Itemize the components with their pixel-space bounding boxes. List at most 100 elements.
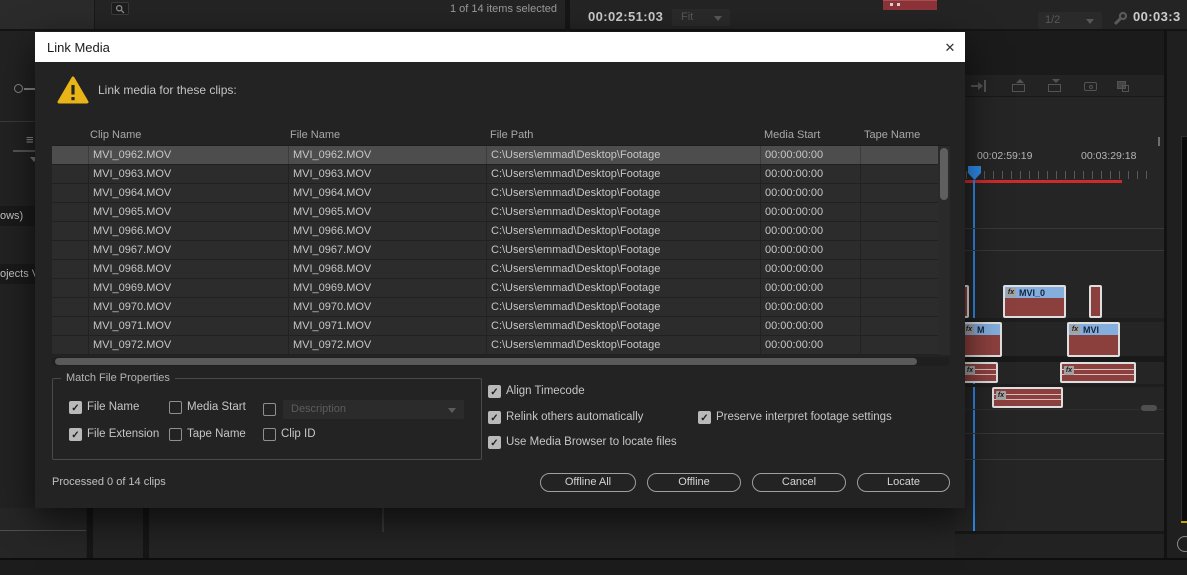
cell-clip-name: MVI_0968.MOV bbox=[88, 260, 288, 278]
bottom-bar bbox=[0, 558, 1187, 575]
scroll-indicator[interactable] bbox=[1141, 405, 1157, 411]
timeline-clip[interactable] bbox=[1089, 285, 1102, 318]
fit-dropdown[interactable]: Fit bbox=[672, 9, 730, 26]
fx-badge-icon: fx bbox=[1070, 325, 1080, 334]
checkbox-align-timecode[interactable]: ✓ bbox=[488, 385, 501, 398]
timeline-audio-clip[interactable]: fx bbox=[961, 362, 998, 383]
cell-selector bbox=[52, 165, 88, 183]
timeline-audio-clip[interactable]: fx bbox=[1060, 362, 1136, 383]
cell-tape-name bbox=[860, 203, 936, 221]
timeline-clip-mvi0[interactable]: fx MVI_0 bbox=[1003, 285, 1066, 318]
project-panel-header bbox=[0, 0, 95, 29]
cell-tape-name bbox=[860, 165, 936, 183]
offline-all-button[interactable]: Offline All bbox=[540, 473, 636, 492]
cancel-button[interactable]: Cancel bbox=[752, 473, 846, 492]
bottom-panel bbox=[93, 508, 143, 558]
cell-file-name: MVI_0970.MOV bbox=[288, 298, 486, 316]
timeline-clip-m[interactable]: fx M bbox=[961, 322, 1002, 357]
cell-file-name: MVI_0968.MOV bbox=[288, 260, 486, 278]
fx-badge-icon: fx bbox=[1006, 288, 1016, 297]
table-header: Clip Name File Name File Path Media Star… bbox=[52, 126, 950, 145]
col-header-file-name[interactable]: File Name bbox=[290, 126, 340, 145]
match-file-properties-group: Match File Properties ✓ File Name ✓ Medi… bbox=[52, 372, 482, 460]
close-icon[interactable]: ✕ bbox=[941, 39, 959, 57]
comparison-view-icon[interactable] bbox=[1117, 79, 1133, 93]
cell-media-start: 00:00:00:00 bbox=[760, 146, 860, 164]
table-row[interactable]: MVI_0967.MOV MVI_0967.MOV C:\Users\emmad… bbox=[52, 241, 950, 260]
table-row[interactable]: MVI_0969.MOV MVI_0969.MOV C:\Users\emmad… bbox=[52, 279, 950, 298]
table-row[interactable]: MVI_0971.MOV MVI_0971.MOV C:\Users\emmad… bbox=[52, 317, 950, 336]
cell-media-start: 00:00:00:00 bbox=[760, 203, 860, 221]
checkbox-description[interactable]: ✓ bbox=[263, 403, 276, 416]
table-row[interactable]: MVI_0965.MOV MVI_0965.MOV C:\Users\emmad… bbox=[52, 203, 950, 222]
table-row[interactable]: MVI_0962.MOV MVI_0962.MOV C:\Users\emmad… bbox=[52, 146, 950, 165]
chevron-down-icon bbox=[714, 16, 722, 21]
col-header-file-path[interactable]: File Path bbox=[490, 126, 533, 145]
panel-divider bbox=[382, 508, 384, 532]
checkbox-clip-id[interactable]: ✓ bbox=[263, 428, 276, 441]
partial-button[interactable] bbox=[1177, 536, 1187, 552]
checkbox-file-name[interactable]: ✓ bbox=[69, 401, 82, 414]
project-bin-row[interactable]: ojects V bbox=[0, 264, 35, 284]
timeline-audio-clip[interactable]: fx bbox=[992, 387, 1063, 408]
search-input[interactable] bbox=[111, 2, 129, 15]
ruler-timecode-end: 00:03:29:18 bbox=[1081, 150, 1137, 162]
cell-media-start: 00:00:00:00 bbox=[760, 317, 860, 335]
offline-button[interactable]: Offline bbox=[647, 473, 741, 492]
cell-file-name: MVI_0969.MOV bbox=[288, 279, 486, 297]
table-row[interactable]: MVI_0970.MOV MVI_0970.MOV C:\Users\emmad… bbox=[52, 298, 950, 317]
lift-icon[interactable] bbox=[1012, 79, 1028, 93]
table-row[interactable]: MVI_0963.MOV MVI_0963.MOV C:\Users\emmad… bbox=[52, 165, 950, 184]
check-icon: ✓ bbox=[490, 413, 499, 424]
checkbox-preserve-interpret[interactable]: ✓ bbox=[698, 411, 711, 424]
cell-tape-name bbox=[860, 336, 936, 354]
table-row[interactable]: MVI_0968.MOV MVI_0968.MOV C:\Users\emmad… bbox=[52, 260, 950, 279]
cell-media-start: 00:00:00:00 bbox=[760, 260, 860, 278]
table-row[interactable]: MVI_0964.MOV MVI_0964.MOV C:\Users\emmad… bbox=[52, 184, 950, 203]
table-row[interactable]: MVI_0966.MOV MVI_0966.MOV C:\Users\emmad… bbox=[52, 222, 950, 241]
checkbox-tape-name[interactable]: ✓ bbox=[169, 428, 182, 441]
export-frame-icon[interactable] bbox=[1084, 79, 1100, 93]
table-row[interactable]: MVI_0972.MOV MVI_0972.MOV C:\Users\emmad… bbox=[52, 336, 950, 355]
checkbox-media-start[interactable]: ✓ bbox=[169, 401, 182, 414]
insert-icon[interactable] bbox=[971, 79, 989, 93]
col-header-media-start[interactable]: Media Start bbox=[764, 126, 820, 145]
cell-file-name: MVI_0967.MOV bbox=[288, 241, 486, 259]
dialog-titlebar[interactable]: Link Media ✕ bbox=[35, 32, 965, 62]
zoom-level-dropdown[interactable]: 1/2 bbox=[1038, 12, 1102, 29]
scrollbar-thumb[interactable] bbox=[940, 148, 948, 200]
cell-media-start: 00:00:00:00 bbox=[760, 184, 860, 202]
vertical-scrollbar[interactable] bbox=[938, 146, 950, 355]
cell-selector bbox=[52, 298, 88, 316]
project-bin-row[interactable]: ows) bbox=[0, 206, 35, 226]
checkbox-use-media-browser[interactable]: ✓ bbox=[488, 436, 501, 449]
scrollbar-thumb[interactable] bbox=[55, 358, 917, 365]
cell-tape-name bbox=[860, 279, 936, 297]
checkbox-label: Align Timecode bbox=[506, 385, 585, 397]
dialog-title: Link Media bbox=[47, 40, 110, 55]
adjacent-panel-edge bbox=[1181, 136, 1187, 522]
check-icon: ✓ bbox=[490, 387, 499, 398]
cell-tape-name bbox=[860, 222, 936, 240]
cell-clip-name: MVI_0963.MOV bbox=[88, 165, 288, 183]
panel-menu-icon[interactable]: ≡ bbox=[26, 132, 34, 147]
items-selected-status: 1 of 14 items selected bbox=[449, 3, 557, 15]
timeline-clip-mvi[interactable]: fx MVI bbox=[1067, 322, 1120, 357]
col-header-clip-name[interactable]: Clip Name bbox=[90, 126, 141, 145]
cell-tape-name bbox=[860, 317, 936, 335]
ruler-timecode-start: 00:02:59:19 bbox=[977, 150, 1033, 162]
checkbox-relink-others[interactable]: ✓ bbox=[488, 411, 501, 424]
ruler-ticks[interactable] bbox=[966, 171, 1148, 179]
wrench-icon[interactable] bbox=[1112, 11, 1128, 27]
timeline-clip-fragment[interactable] bbox=[883, 0, 937, 10]
extract-icon[interactable] bbox=[1048, 79, 1064, 93]
checkbox-file-extension[interactable]: ✓ bbox=[69, 428, 82, 441]
locate-button[interactable]: Locate bbox=[857, 473, 950, 492]
col-header-tape-name[interactable]: Tape Name bbox=[864, 126, 920, 145]
cell-clip-name: MVI_0971.MOV bbox=[88, 317, 288, 335]
cell-file-path: C:\Users\emmad\Desktop\Footage bbox=[486, 184, 760, 202]
cell-selector bbox=[52, 260, 88, 278]
description-dropdown[interactable]: Description bbox=[283, 400, 464, 419]
horizontal-scrollbar[interactable] bbox=[52, 357, 950, 366]
search-icon bbox=[115, 4, 125, 13]
